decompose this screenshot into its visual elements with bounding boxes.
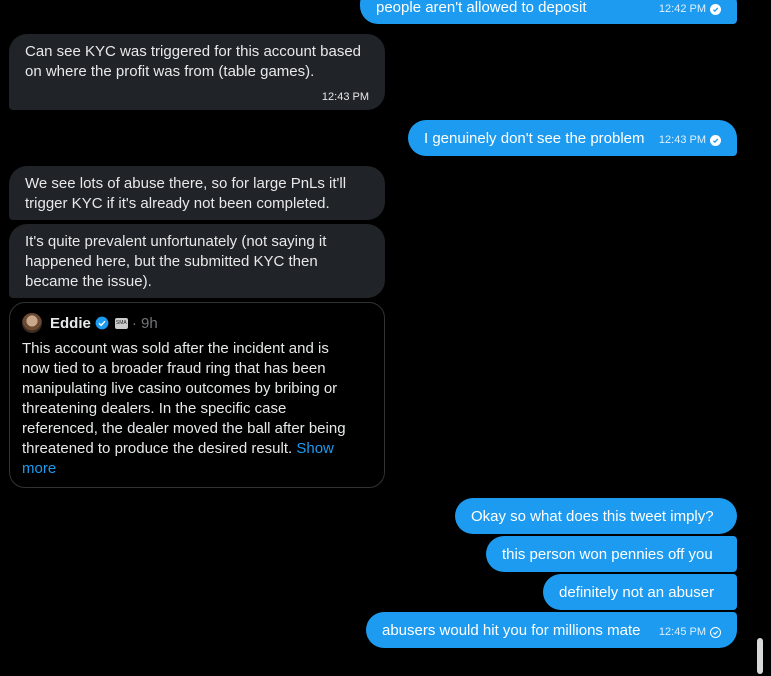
check-circle-icon <box>710 3 721 15</box>
message-sent[interactable]: Okay so what does this tweet imply? <box>455 498 737 534</box>
scrollbar-track[interactable] <box>755 0 765 676</box>
message-text-line: became the issue). <box>25 273 152 290</box>
show-more-link[interactable]: Show <box>296 440 334 457</box>
tweet-text-line: threatened to produce the desired result… <box>22 440 293 457</box>
message-text-line: We see lots of abuse there, so for large… <box>25 175 347 192</box>
message-text-line: It's quite prevalent unfortunately (not … <box>25 233 327 250</box>
tweet-text-line: This account was sold after the incident… <box>22 340 329 357</box>
message-text: Okay so what does this tweet imply? <box>471 508 714 525</box>
message-sent[interactable]: definitely not an abuser <box>543 574 737 610</box>
message-timestamp: 12:43 PM <box>659 130 721 150</box>
affiliate-badge-icon: SMA <box>114 317 128 329</box>
message-text-line: Can see KYC was triggered for this accou… <box>25 43 362 60</box>
scrollbar-thumb[interactable] <box>757 638 763 674</box>
message-text: abusers would hit you for millions mate <box>382 622 641 639</box>
avatar[interactable] <box>22 313 42 333</box>
message-text-line: trigger KYC if it's already not been com… <box>25 195 330 212</box>
verified-badge-icon <box>95 316 109 330</box>
check-circle-outline-icon <box>710 626 721 638</box>
message-sent[interactable]: this person won pennies off you <box>486 536 737 572</box>
timestamp-text: 12:42 PM <box>658 3 706 15</box>
message-received[interactable]: We see lots of abuse there, so for large… <box>9 166 385 220</box>
show-more-link-cont[interactable]: more <box>22 460 56 477</box>
tweet-text-line: now tied to a broader fraud ring that ha… <box>22 360 326 377</box>
message-text: people aren't allowed to deposit <box>376 0 587 16</box>
message-sent[interactable]: abusers would hit you for millions mate … <box>366 612 737 648</box>
timestamp-text: 12:43 PM <box>658 134 706 146</box>
tweet-text-line: referenced, the dealer moved the ball af… <box>22 420 346 437</box>
tweet-text-line: manipulating live casino outcomes by bri… <box>22 380 338 397</box>
quoted-tweet-card[interactable]: Eddie SMA · 9h This account was sold aft… <box>9 302 385 488</box>
quoted-tweet-header: Eddie SMA · 9h <box>22 313 372 333</box>
message-sent[interactable]: I genuinely don't see the problem 12:43 … <box>408 120 737 156</box>
message-text: this person won pennies off you <box>502 546 713 563</box>
message-text: definitely not an abuser <box>559 584 715 601</box>
message-timestamp: 12:45 PM <box>659 622 721 642</box>
tweet-age[interactable]: · 9h <box>132 315 158 332</box>
message-timestamp: 12:42 PM <box>659 0 721 19</box>
message-timestamp: 12:43 PM <box>321 91 369 103</box>
message-text-line: on where the profit was from (table game… <box>25 63 315 80</box>
tweet-text-line: threatening dealers. In the specific cas… <box>22 400 287 417</box>
check-circle-icon <box>710 134 721 146</box>
message-received[interactable]: Can see KYC was triggered for this accou… <box>9 34 385 110</box>
author-name[interactable]: Eddie <box>50 315 91 332</box>
timestamp-text: 12:45 PM <box>658 626 706 638</box>
quoted-tweet-text: This account was sold after the incident… <box>22 339 372 479</box>
message-sent[interactable]: people aren't allowed to deposit 12:42 P… <box>360 0 737 24</box>
message-received[interactable]: It's quite prevalent unfortunately (not … <box>9 224 385 298</box>
message-text: I genuinely don't see the problem <box>424 130 645 147</box>
message-text-line: happened here, but the submitted KYC the… <box>25 253 318 270</box>
